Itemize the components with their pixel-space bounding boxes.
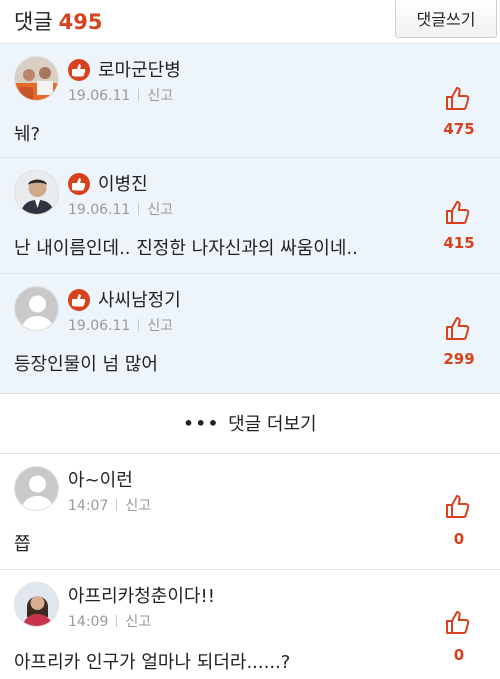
comments-title: 댓글 495 [14,6,102,36]
meta-divider [116,499,118,511]
like-count: 475 [443,120,475,138]
report-link[interactable]: 신고 [147,318,173,334]
comment-time: 14:09 [68,614,109,630]
comment-time: 14:07 [68,498,109,514]
thumbs-up-icon[interactable] [444,314,472,342]
thumbs-up-icon[interactable] [444,84,472,112]
best-comment: 사씨남정기 19.06.11 신고 등장인물이 넘 많어 299 [0,274,500,394]
comment-meta: 14:07 신고 [68,495,151,515]
comment-date: 19.06.11 [68,202,131,218]
comment-date: 19.06.11 [68,88,131,104]
more-comments-content: ••• 댓글 더보기 [0,410,500,436]
comment-date: 19.06.11 [68,318,131,334]
more-comments-label: 댓글 더보기 [228,414,317,435]
best-comment: 로마군단병 19.06.11 신고 눼? 475 [0,44,500,158]
avatar-photo-crowd [15,57,58,100]
avatar[interactable] [14,582,59,627]
meta-divider [138,203,140,215]
comment-text: 눼? [14,124,41,145]
default-avatar-icon [15,287,58,330]
more-comments-button[interactable]: ••• 댓글 더보기 [0,394,500,454]
avatar-photo-woman [15,583,58,626]
more-dots-icon: ••• [183,413,221,433]
avatar[interactable] [14,286,59,331]
report-link[interactable]: 신고 [147,88,173,104]
comment-count: 495 [58,10,103,34]
comment-text: 쯥 [14,534,31,555]
comments-title-label: 댓글 [14,10,53,34]
comment-meta: 19.06.11 신고 [68,199,173,219]
comment-author[interactable]: 이병진 [98,170,148,196]
comment-meta: 14:09 신고 [68,611,151,631]
comment-author[interactable]: 아프리카청춘이다!! [68,582,215,608]
write-comment-button[interactable]: 댓글쓰기 [395,0,497,38]
best-comment: 이병진 19.06.11 신고 난 내이름인데.. 진정한 나자신과의 싸움이네.… [0,158,500,274]
avatar[interactable] [14,170,59,215]
thumbs-up-icon[interactable] [444,198,472,226]
meta-divider [138,89,140,101]
comment-author[interactable]: 사씨남정기 [98,286,181,312]
comment-text: 아프리카 인구가 얼마나 되더라......? [14,652,291,673]
meta-divider [138,319,140,331]
comment-text: 난 내이름인데.. 진정한 나자신과의 싸움이네.. [14,238,358,259]
like-count: 0 [453,646,465,664]
meta-divider [116,615,118,627]
best-badge-icon [68,289,90,311]
comment-meta: 19.06.11 신고 [68,315,173,335]
comment-text: 등장인물이 넘 많어 [14,354,158,375]
report-link[interactable]: 신고 [147,202,173,218]
comments-header: 댓글 495 댓글쓰기 [0,0,500,44]
report-link[interactable]: 신고 [125,614,151,630]
comment: 아프리카청춘이다!! 14:09 신고 아프리카 인구가 얼마나 되더라.....… [0,570,500,679]
default-avatar-icon [15,467,58,510]
comment-author[interactable]: 로마군단병 [98,56,181,82]
like-count: 299 [443,350,475,368]
like-count: 415 [443,234,475,252]
comment: 아~이런 14:07 신고 쯥 0 [0,454,500,570]
avatar[interactable] [14,466,59,511]
avatar[interactable] [14,56,59,101]
avatar-photo-man [15,171,58,214]
thumbs-up-icon[interactable] [444,608,472,636]
best-badge-icon [68,173,90,195]
comment-author[interactable]: 아~이런 [68,466,133,492]
best-badge-icon [68,59,90,81]
thumbs-up-icon[interactable] [444,492,472,520]
report-link[interactable]: 신고 [125,498,151,514]
comment-meta: 19.06.11 신고 [68,85,173,105]
like-count: 0 [453,530,465,548]
